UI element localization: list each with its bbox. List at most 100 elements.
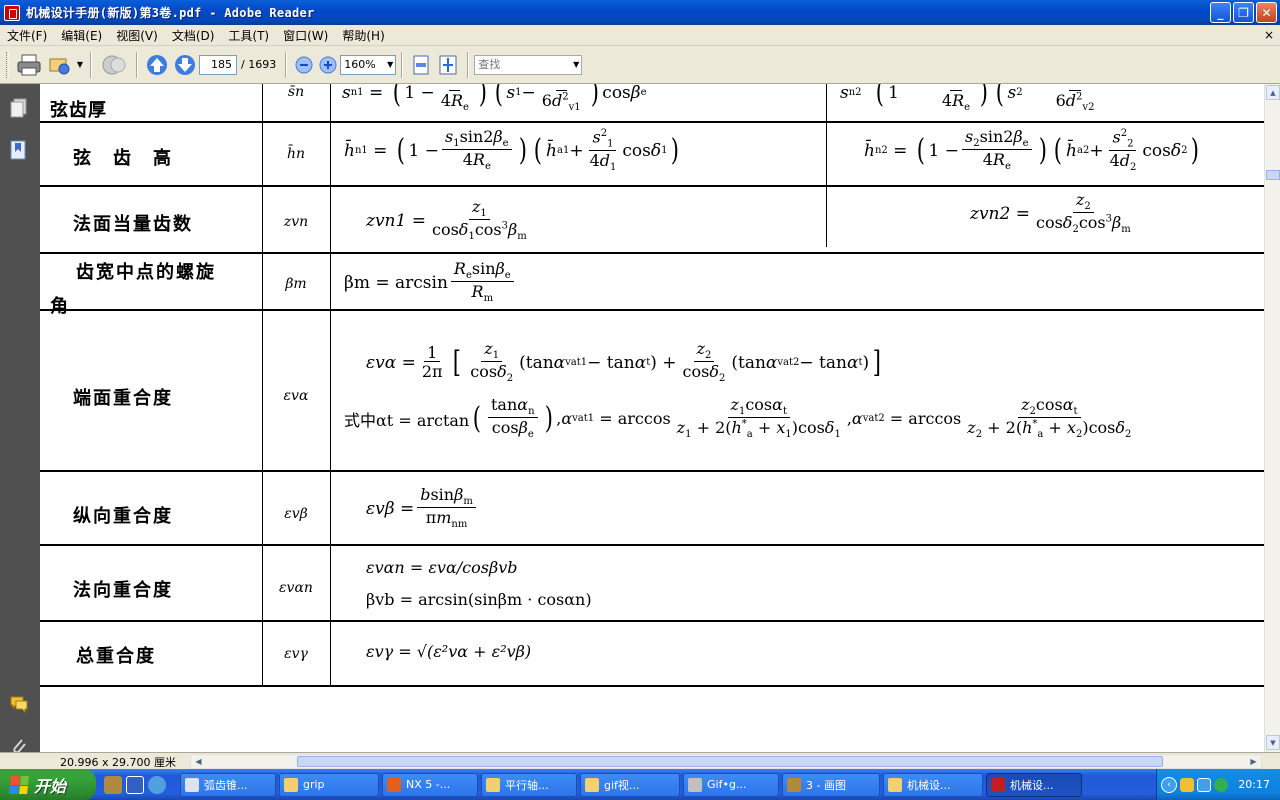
quick-launch-browser-icon[interactable] [148,775,166,794]
collaborate-button[interactable] [100,51,128,79]
minimize-button[interactable]: _ [1210,2,1231,23]
menu-help[interactable]: 帮助(H) [335,27,391,44]
row-name-virtual-teeth: 法面当量齿数 [73,214,193,235]
previous-page-button[interactable] [146,51,168,79]
taskbar-item[interactable]: Gif•g... [683,772,779,797]
taskbar-item[interactable]: grip [279,772,379,797]
vertical-scroll-thumb[interactable] [1266,170,1280,180]
row-symbol-chordal-thickness: s̄n [287,84,305,100]
table-rule [40,620,1264,622]
zoom-out-icon [295,56,313,73]
comments-icon[interactable] [10,694,28,714]
formula-evg: εvγ = √(ε²vα + ε²vβ) [366,642,532,661]
horizontal-scrollbar[interactable]: ◀ ▶ [190,754,1262,769]
formula-beta-vb: βvb = arcsin(sinβm · cosαn) [366,590,592,609]
folder-icon [486,777,500,792]
bookmarks-icon[interactable] [10,140,28,160]
scroll-down-arrow[interactable]: ▼ [1266,735,1280,750]
folder-icon [888,777,902,792]
menu-edit[interactable]: 编辑(E) [54,27,109,44]
start-button[interactable]: 开始 [0,769,96,800]
taskbar-item-active[interactable]: 机械设... [986,772,1082,797]
tray-network-icon[interactable] [1197,777,1211,792]
taskbar-item[interactable]: gif视... [580,772,680,797]
next-page-button[interactable] [174,51,196,79]
table-rule [40,309,1264,311]
maximize-button[interactable]: ❐ [1233,2,1254,23]
find-box[interactable]: ▼ [474,54,583,75]
menu-document[interactable]: 文档(D) [165,27,222,44]
menu-view[interactable]: 视图(V) [109,27,165,44]
zoom-in-button[interactable] [319,51,337,79]
taskbar-item[interactable]: 弧齿锥... [180,772,276,797]
table-rule [330,84,331,687]
taskbar-item[interactable]: NX 5 -... [382,772,478,797]
pages-icon[interactable] [10,98,28,118]
find-dropdown-arrow[interactable]: ▼ [571,55,581,75]
fit-page-button[interactable] [437,51,459,79]
vertical-scrollbar[interactable]: ▲ ▼ [1264,84,1280,752]
quick-launch-app-icon[interactable] [126,775,144,794]
formula-evan: εvαn = εvα/cosβvb [366,558,518,577]
menu-window[interactable]: 窗口(W) [276,27,335,44]
document-view[interactable]: 弦齿厚 s̄n s n1 = (1 − 4Re )(s 1 − 6d2v1 ) cos… [40,84,1264,752]
toolbar-separator [401,51,404,78]
status-bar: 20.996 x 29.700 厘米 ◀ ▶ [0,752,1280,769]
scroll-up-arrow[interactable]: ▲ [1266,85,1280,100]
toolbar-separator [90,51,92,78]
row-symbol-virtual-teeth: zvn [283,214,309,230]
folder-icon [284,777,298,792]
menu-file[interactable]: 文件(F) [0,27,54,44]
taskbar-item[interactable]: 3 - 画图 [782,772,880,797]
scroll-right-arrow[interactable]: ▶ [1246,755,1261,768]
row-name-face-contact-ratio: 纵向重合度 [73,506,173,527]
menu-tools[interactable]: 工具(T) [221,27,276,44]
row-symbol-total-contact-ratio: εvγ [284,646,308,662]
row-symbol-normal-contact-ratio: εvαn [279,580,313,596]
find-input[interactable] [475,55,572,74]
fit-width-button[interactable] [411,51,431,79]
document-close-button[interactable]: × [1264,28,1274,42]
row-name-total-contact-ratio: 总重合度 [76,646,156,667]
window-icon [185,777,199,792]
row-name-mean-spiral-angle-cont: 角 [50,296,70,317]
formula-zvn1-lhs: zvn1 = [366,210,426,231]
fit-width-icon [413,55,429,74]
start-label: 开始 [34,776,67,796]
row-symbol-mean-spiral-angle: βm [285,276,307,292]
zoom-select[interactable]: ▼ [340,54,397,75]
print-button[interactable] [16,51,42,79]
arrow-up-icon [147,54,167,75]
zoom-in-icon [319,56,337,73]
toolbar-grip[interactable] [6,51,9,78]
row-name-normal-contact-ratio: 法向重合度 [73,580,173,601]
horizontal-scroll-thumb[interactable] [297,756,1163,767]
zoom-dropdown-arrow[interactable]: ▼ [385,55,395,75]
email-dropdown-arrow[interactable]: ▼ [75,55,85,75]
table-rule [40,121,1264,123]
close-button[interactable]: ✕ [1256,2,1277,23]
row-name-mean-spiral-angle: 齿宽中点的螺旋 [76,262,216,283]
zoom-input[interactable] [341,55,386,74]
tray-app-icon[interactable] [1180,777,1194,792]
page-total: / 1693 [241,58,277,71]
taskbar-item[interactable]: 平行轴... [481,772,577,797]
email-button[interactable] [48,51,72,79]
title-bar: 机械设计手册(新版)第3卷.pdf - Adobe Reader _ ❐ ✕ [0,0,1280,25]
scroll-left-arrow[interactable]: ◀ [191,755,206,768]
zoom-out-button[interactable] [295,51,313,79]
collaborate-icon [102,55,126,74]
tray-security-icon[interactable] [1214,777,1228,792]
formula-sn1: s n1 = (1 − 4Re )(s 1 − 6d2v1 ) cos β e [342,84,647,114]
page-size-label: 20.996 x 29.700 厘米 [60,756,176,769]
nx-app-icon [387,777,401,792]
row-symbol-chordal-height: h̄n [286,146,306,162]
taskbar: 开始 弧齿锥... grip NX 5 -... 平行轴... gif视... … [0,769,1280,800]
row-name-chordal-height: 弦 齿 高 [73,148,173,169]
quick-launch-app-icon[interactable] [104,775,122,794]
page-number-input[interactable] [199,54,237,75]
taskbar-item[interactable]: 机械设... [883,772,983,797]
tray-expand-icon[interactable]: ‹ [1161,776,1177,793]
formula-beta-lhs: βm = arcsin [344,272,448,293]
table-rule [40,252,1264,254]
